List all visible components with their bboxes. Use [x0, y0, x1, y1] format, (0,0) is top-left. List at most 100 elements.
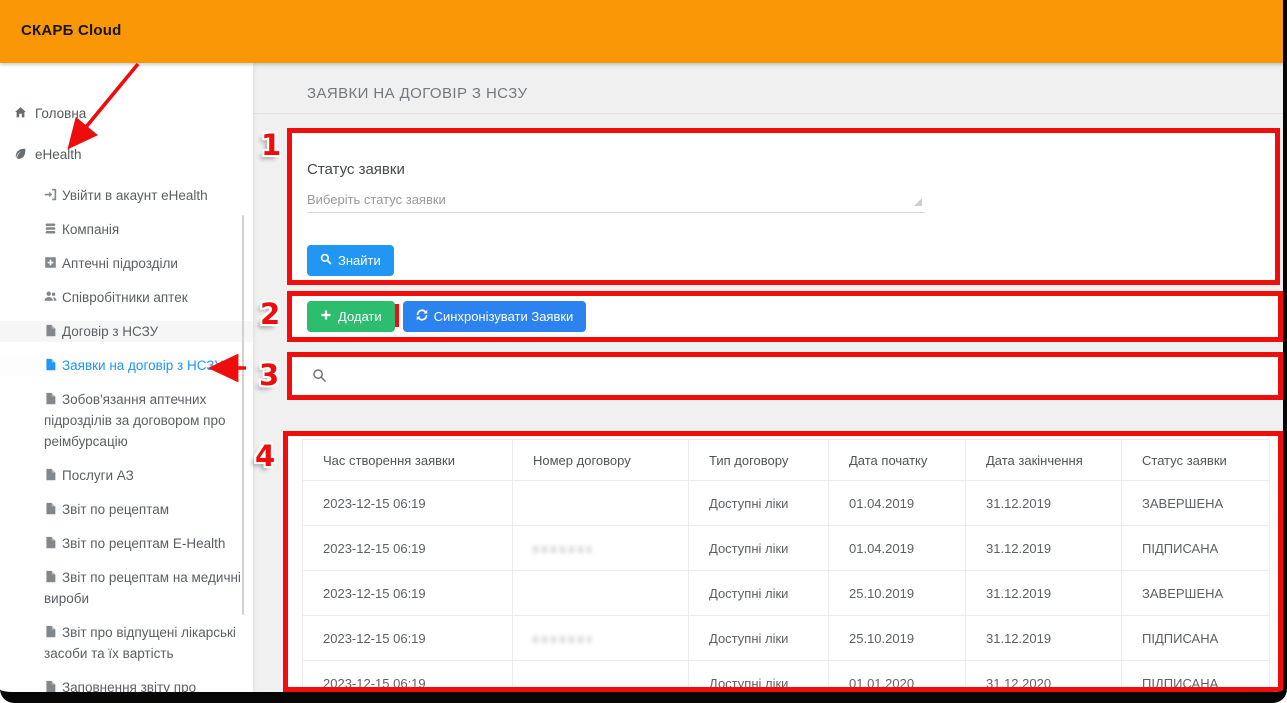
- annotation-number-1: 1: [261, 128, 281, 162]
- app-title: СКАРБ Cloud: [21, 22, 121, 39]
- cell: ЗАВЕРШЕНА: [1122, 571, 1270, 616]
- sidebar-item-nszu-contract-requests[interactable]: Заявки на договір з НСЗУ: [0, 355, 253, 376]
- home-icon: [13, 106, 28, 119]
- file-icon: [44, 468, 57, 481]
- sidebar-item-az-services[interactable]: Послуги АЗ: [0, 465, 253, 486]
- cell: 01.04.2019: [829, 481, 966, 526]
- file-icon: [44, 392, 57, 405]
- status-select-placeholder: Виберіть статус заявки: [307, 192, 446, 207]
- cell: ПІДПИСАНА: [1122, 526, 1270, 571]
- cell: 25.10.2019: [829, 571, 966, 616]
- plus-square-icon: [44, 256, 57, 269]
- annotation-number-4: 4: [255, 439, 275, 473]
- sign-in-icon: [44, 188, 57, 201]
- sidebar-item-nszu-contract[interactable]: Договір з НСЗУ: [0, 321, 253, 342]
- column-header: Дата початку: [829, 440, 966, 481]
- status-select[interactable]: Виберіть статус заявки: [307, 189, 925, 213]
- sync-button[interactable]: Синхронізувати Заявки: [403, 301, 587, 332]
- cell: 31.12.2019: [966, 481, 1122, 526]
- cell: 2023-12-15 06:19: [303, 661, 513, 693]
- sidebar-item-company[interactable]: Компанія: [0, 219, 253, 240]
- table-row[interactable]: 2023-12-15 06:19 Доступні ліки01.01.20203…: [303, 661, 1270, 693]
- column-header: Номер договору: [513, 440, 689, 481]
- table-row[interactable]: 2023-12-15 06:19 Доступні ліки01.04.20193…: [303, 481, 1270, 526]
- requests-table: Час створення заявкиНомер договоруТип до…: [302, 439, 1270, 692]
- requests-table-panel: Час створення заявкиНомер договоруТип до…: [283, 431, 1283, 692]
- cell: [513, 481, 689, 526]
- actions-panel: Додати Синхронізувати Заявки: [287, 291, 1283, 342]
- table-row[interactable]: 2023-12-15 06:19 Доступні ліки25.10.20193…: [303, 616, 1270, 661]
- sidebar-item-ehealth-login[interactable]: Увійти в акаунт eHealth: [0, 185, 253, 206]
- search-panel: [287, 352, 1283, 400]
- file-icon: [44, 570, 57, 583]
- cell: 2023-12-15 06:19: [303, 481, 513, 526]
- table-header-row: Час створення заявкиНомер договоруТип до…: [303, 440, 1270, 481]
- page-title: ЗАЯВКИ НА ДОГОВІР З НСЗУ: [307, 85, 527, 102]
- table-row[interactable]: 2023-12-15 06:19 Доступні ліки01.04.20193…: [303, 526, 1270, 571]
- cell: ПІДПИСАНА: [1122, 616, 1270, 661]
- cell: [513, 661, 689, 693]
- cell: ЗАВЕРШЕНА: [1122, 481, 1270, 526]
- sidebar-item-ehealth[interactable]: eHealth: [0, 144, 253, 165]
- sidebar-item-recipe-report-ehealth[interactable]: Звіт по рецептам E-Health: [0, 533, 253, 554]
- column-header: Статус заявки: [1122, 440, 1270, 481]
- sidebar-item-recipe-report-medical-products[interactable]: Звіт по рецептам на медичні вироби: [0, 567, 253, 609]
- cell: [513, 526, 689, 571]
- search-icon: [312, 368, 327, 383]
- cell: Доступні ліки: [689, 661, 829, 693]
- sidebar-item-reimbursement-obligations[interactable]: Зобов'язання аптечних підрозділів за дог…: [0, 389, 253, 452]
- cell: 31.12.2019: [966, 571, 1122, 616]
- sidebar-item-fill-dispensed-drugs-report[interactable]: Заповнення звіту про відпущені лікарські…: [0, 677, 253, 692]
- redacted-value: [533, 546, 591, 553]
- plus-icon: [320, 309, 332, 324]
- status-filter-label: Статус заявки: [307, 161, 405, 178]
- cell: 31.12.2020: [966, 661, 1122, 693]
- redacted-value: [533, 636, 591, 643]
- sidebar: Головна eHealth Увійти в акаунт eHealth …: [0, 63, 253, 692]
- cell: Доступні ліки: [689, 571, 829, 616]
- sidebar-scrollbar[interactable]: [242, 215, 244, 615]
- column-header: Час створення заявки: [303, 440, 513, 481]
- file-icon: [44, 536, 57, 549]
- cell: 31.12.2019: [966, 526, 1122, 571]
- sidebar-item-recipe-report[interactable]: Звіт по рецептам: [0, 499, 253, 520]
- app-window: СКАРБ Cloud Головна eHealth Увійти в ака…: [0, 0, 1287, 703]
- cell: 2023-12-15 06:19: [303, 526, 513, 571]
- resize-handle-icon: [914, 198, 922, 206]
- find-button[interactable]: Знайти: [307, 245, 394, 276]
- cell: [513, 616, 689, 661]
- sidebar-item-dispensed-drugs-report[interactable]: Звіт про відпущені лікарські засоби та ї…: [0, 622, 253, 664]
- cell: 01.01.2020: [829, 661, 966, 693]
- cell: 25.10.2019: [829, 616, 966, 661]
- file-icon: [44, 625, 57, 638]
- filter-panel: Статус заявки Виберіть статус заявки Зна…: [287, 128, 1280, 285]
- cell: Доступні ліки: [689, 526, 829, 571]
- file-icon: [44, 324, 57, 337]
- column-header: Дата закінчення: [966, 440, 1122, 481]
- table-search-input[interactable]: [337, 368, 1262, 383]
- add-button[interactable]: Додати: [307, 301, 395, 332]
- users-icon: [44, 290, 57, 303]
- cell: Доступні ліки: [689, 616, 829, 661]
- sidebar-item-pharmacy-units[interactable]: Аптечні підрозділи: [0, 253, 253, 274]
- sidebar-item-pharmacy-staff[interactable]: Співробітники аптек: [0, 287, 253, 308]
- sidebar-item-home[interactable]: Головна: [0, 103, 253, 124]
- leaf-icon: [13, 147, 28, 160]
- app-header: СКАРБ Cloud: [0, 0, 1283, 63]
- annotation-number-3: 3: [259, 358, 279, 392]
- cell: 01.04.2019: [829, 526, 966, 571]
- database-icon: [44, 222, 57, 235]
- column-header: Тип договору: [689, 440, 829, 481]
- sidebar-nav: Головна eHealth Увійти в акаунт eHealth …: [0, 103, 253, 692]
- cell: 2023-12-15 06:19: [303, 571, 513, 616]
- file-icon: [44, 680, 57, 692]
- cell: 31.12.2019: [966, 616, 1122, 661]
- file-icon: [44, 502, 57, 515]
- cell: 2023-12-15 06:19: [303, 616, 513, 661]
- annotation-number-2: 2: [260, 297, 280, 331]
- file-icon: [44, 358, 57, 371]
- content-divider: [253, 113, 1283, 114]
- cell: [513, 571, 689, 616]
- cell: Доступні ліки: [689, 481, 829, 526]
- table-row[interactable]: 2023-12-15 06:19 Доступні ліки25.10.20193…: [303, 571, 1270, 616]
